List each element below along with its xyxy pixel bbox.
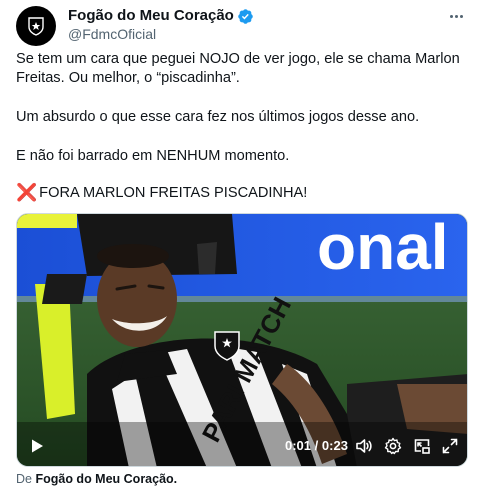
- tweet-paragraph-final: ❌ FORA MARLON FREITAS PISCADINHA!: [16, 184, 466, 203]
- media-attribution: De Fogão do Meu Coração.: [16, 471, 177, 487]
- more-horizontal-icon[interactable]: [446, 8, 466, 24]
- settings-gear-icon[interactable]: [384, 437, 402, 455]
- avatar[interactable]: [16, 6, 56, 46]
- display-name[interactable]: Fogão do Meu Coração: [68, 6, 234, 26]
- time-separator: /: [314, 438, 319, 453]
- tweet-paragraph: Um absurdo o que esse cara fez nos últim…: [16, 109, 420, 125]
- attribution-prefix: De: [16, 472, 32, 486]
- author-name-row: Fogão do Meu Coração: [68, 6, 254, 26]
- tweet-paragraph: Se tem um cara que peguei NOJO de ver jo…: [16, 51, 460, 86]
- verified-badge-icon[interactable]: [237, 8, 254, 25]
- current-time: 0:01: [285, 438, 312, 453]
- tweet-paragraph-text: FORA MARLON FREITAS PISCADINHA!: [39, 185, 308, 201]
- author-handle[interactable]: @FdmcOficial: [68, 25, 156, 43]
- duration: 0:23: [321, 438, 348, 453]
- video-time: 0:01 / 0:23: [285, 438, 348, 454]
- cross-mark-emoji: ❌: [16, 183, 38, 203]
- picture-in-picture-icon[interactable]: [413, 437, 431, 455]
- fullscreen-icon[interactable]: [441, 437, 459, 455]
- stadium-banner-text: onal: [317, 214, 449, 283]
- tweet-card[interactable]: Fogão do Meu Coração @FdmcOficial Se tem…: [0, 0, 482, 489]
- play-icon[interactable]: [29, 438, 45, 454]
- video-controls: 0:01 / 0:23: [17, 426, 467, 466]
- volume-icon[interactable]: [355, 437, 373, 455]
- attribution-source-link[interactable]: Fogão do Meu Coração.: [35, 472, 177, 486]
- video-player[interactable]: onal PARI MATCH 0:01 / 0:23: [16, 213, 468, 467]
- botafogo-crest-icon: [28, 17, 44, 36]
- tweet-paragraph: E não foi barrado em NENHUM momento.: [16, 148, 290, 164]
